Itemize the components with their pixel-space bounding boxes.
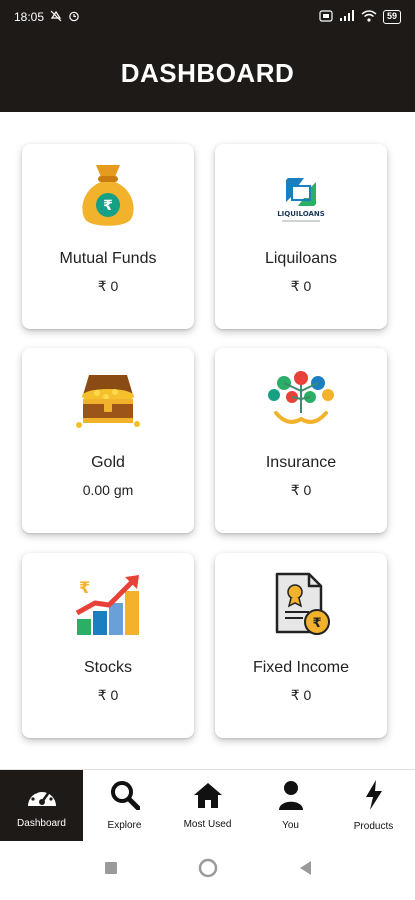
svg-text:₹: ₹ [312, 616, 321, 631]
user-icon [278, 780, 304, 815]
card-title: Stocks [83, 659, 132, 676]
card-title: Liquiloans [264, 250, 338, 267]
growth-chart-icon: ₹ [72, 569, 144, 641]
nav-explore[interactable]: Explore [83, 770, 166, 841]
card-mutual-funds[interactable]: ₹ Mutual Funds ₹ 0 [22, 144, 194, 329]
nav-you[interactable]: You [249, 770, 332, 841]
money-bag-icon: ₹ [72, 160, 144, 232]
home-circle-icon[interactable] [198, 858, 218, 883]
card-fixed-income[interactable]: ₹ Fixed Income ₹ 0 [215, 553, 387, 738]
signal-icon [339, 9, 355, 25]
nav-most-used[interactable]: Most Used [166, 770, 249, 841]
speedometer-icon [25, 782, 59, 813]
alarm-icon [68, 10, 80, 25]
nav-dashboard[interactable]: Dashboard [0, 770, 83, 841]
card-liquiloans[interactable]: LIQUILOANS Liquiloans ₹ 0 [215, 144, 387, 329]
sim-icon [319, 9, 333, 25]
nav-label: Products [353, 821, 394, 832]
card-title: Mutual Funds [59, 250, 157, 267]
treasure-chest-icon [72, 364, 144, 436]
card-value: ₹ 0 [290, 687, 312, 703]
card-gold[interactable]: Gold 0.00 gm [22, 348, 194, 533]
card-value: ₹ 0 [97, 687, 119, 703]
svg-text:₹: ₹ [79, 578, 90, 597]
home-icon [192, 781, 224, 814]
certificate-icon: ₹ [265, 569, 337, 641]
card-insurance[interactable]: Insurance ₹ 0 [215, 348, 387, 533]
card-value: ₹ 0 [290, 278, 312, 294]
portfolio-cards: ₹ Mutual Funds ₹ 0 LIQUILOANS Liquiloans… [0, 112, 415, 768]
card-value: ₹ 0 [97, 278, 119, 294]
battery-indicator: 59 [382, 10, 401, 24]
svg-text:LIQUILOANS: LIQUILOANS [277, 210, 325, 218]
recents-icon[interactable] [104, 861, 118, 880]
status-time: 18:05 [14, 10, 45, 24]
insurance-tree-icon [265, 364, 337, 436]
nav-label: You [282, 820, 299, 831]
card-title: Fixed Income [252, 659, 350, 676]
page-title: DASHBOARD [120, 57, 295, 88]
bottom-navigation: Dashboard Explore Most Used You Products [0, 769, 415, 841]
lightning-icon [364, 779, 384, 816]
app-header: DASHBOARD [0, 34, 415, 112]
card-value: ₹ 0 [290, 482, 312, 498]
card-value: 0.00 gm [82, 482, 134, 498]
card-title: Gold [91, 454, 125, 471]
mute-icon [50, 10, 62, 25]
system-navigation [0, 841, 415, 900]
nav-label: Most Used [183, 819, 232, 830]
wifi-icon [361, 9, 377, 25]
back-icon[interactable] [298, 860, 312, 881]
card-title: Insurance [265, 454, 337, 471]
card-stocks[interactable]: ₹ Stocks ₹ 0 [22, 553, 194, 738]
search-icon [110, 780, 140, 815]
svg-text:₹: ₹ [103, 198, 113, 214]
nav-label: Dashboard [17, 818, 66, 829]
nav-products[interactable]: Products [332, 770, 415, 841]
liquiloans-logo: LIQUILOANS [265, 160, 337, 232]
nav-label: Explore [107, 820, 142, 831]
status-bar: 18:05 59 [0, 0, 415, 34]
